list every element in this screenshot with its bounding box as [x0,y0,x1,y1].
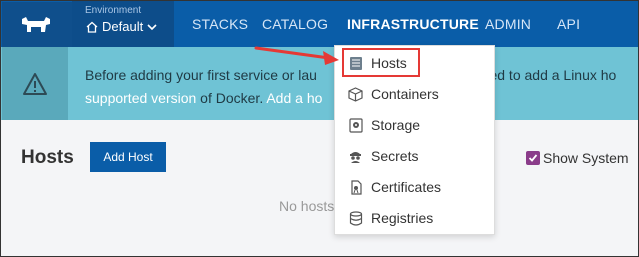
app-window: Environment Default STACKS CATALOG INFRA… [0,0,639,257]
annotation-arrow [254,46,339,65]
